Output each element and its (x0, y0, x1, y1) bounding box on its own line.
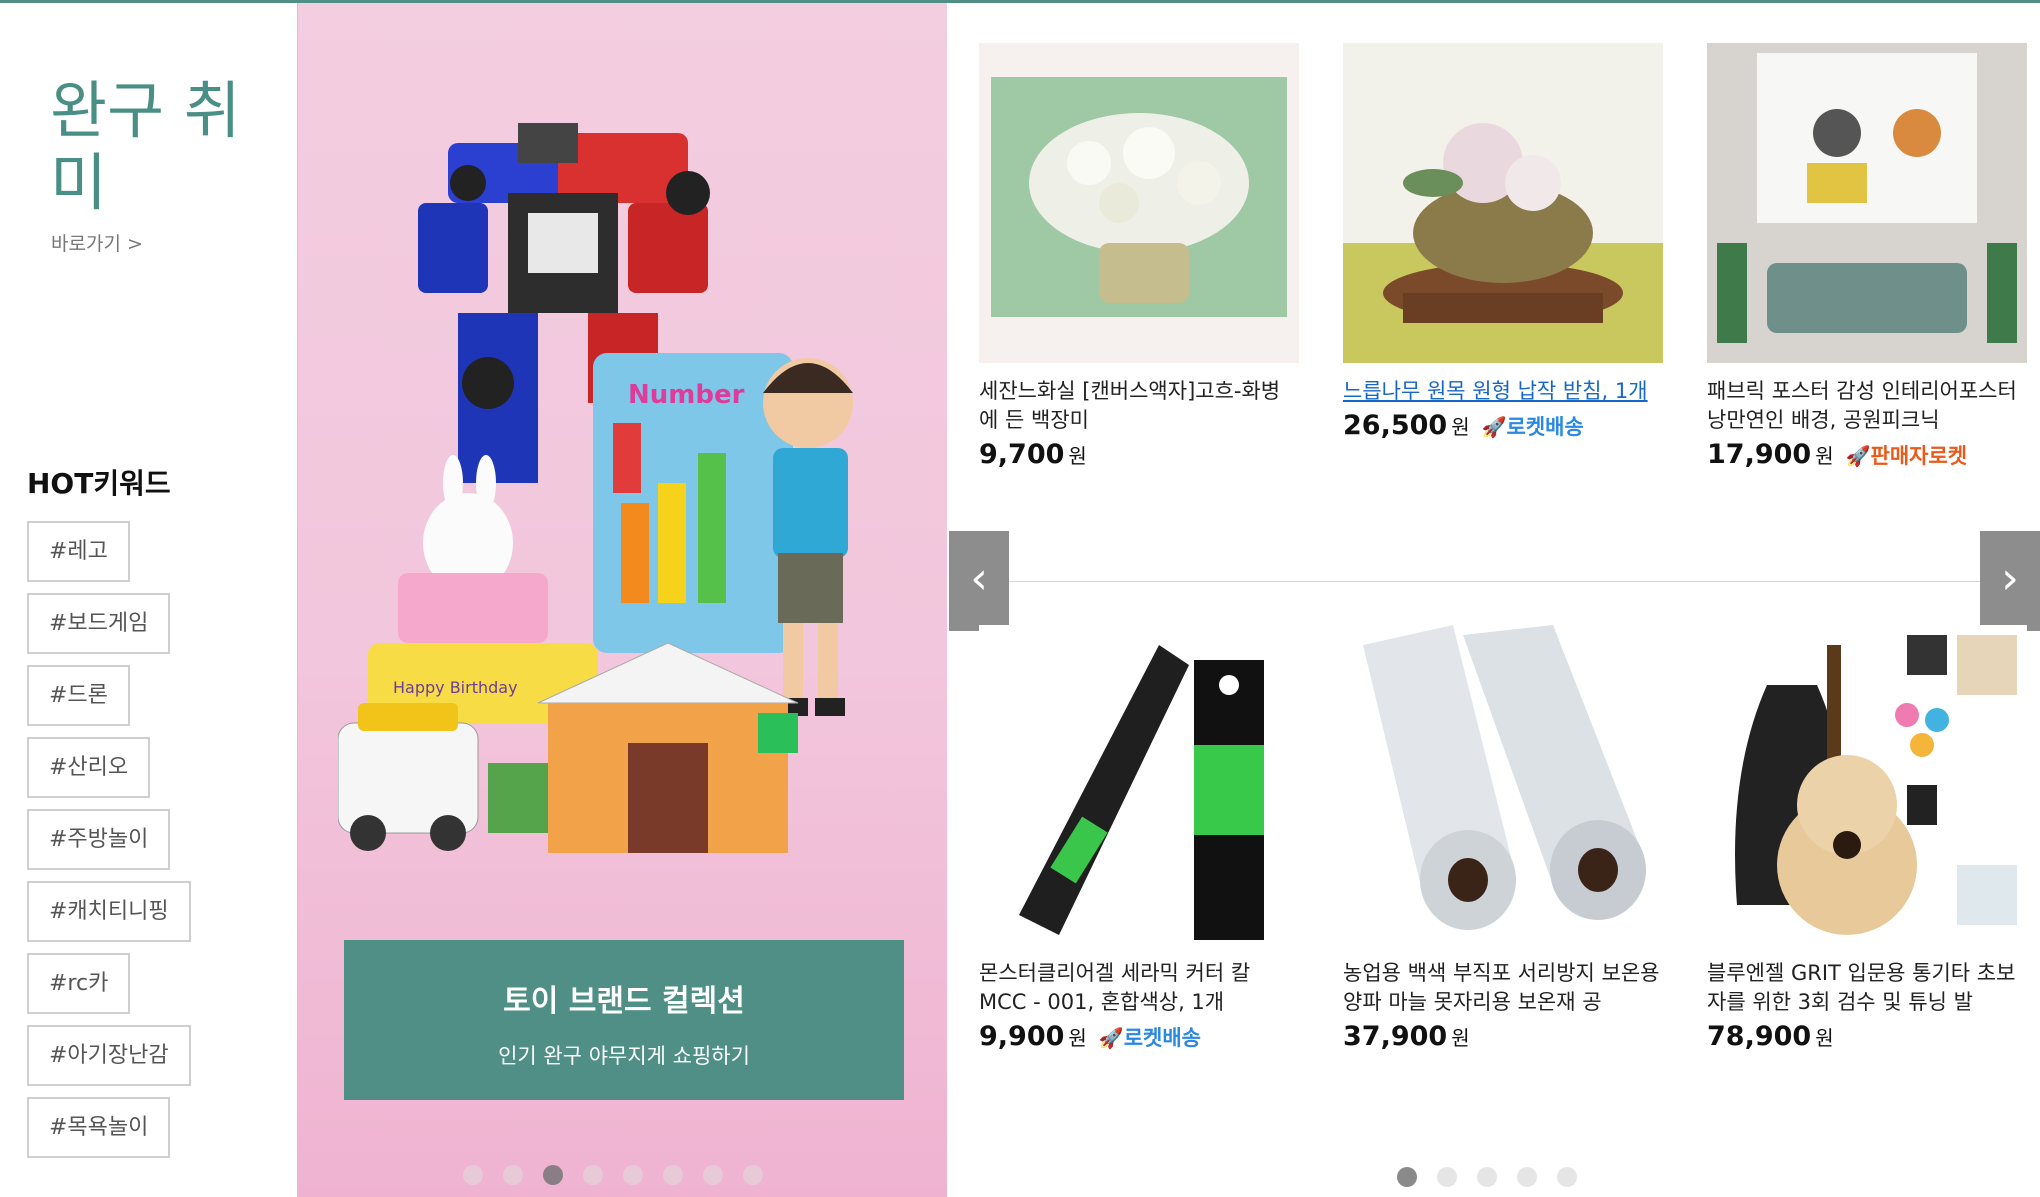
product-image[interactable] (979, 43, 1299, 363)
rocket-delivery-badge: 🚀로켓배송 (1098, 1026, 1201, 1050)
product-price: 17,900 (1707, 439, 1812, 470)
banner-pager-dot[interactable] (743, 1165, 763, 1185)
rocket-icon: 🚀 (1845, 444, 1871, 468)
keyword-chip[interactable]: #아기장난감 (27, 1025, 191, 1086)
product-card[interactable]: 농업용 백색 부직포 서리방지 보온용 양파 마늘 못자리용 보온재 공 37,… (1343, 625, 1673, 1052)
product-image[interactable] (1707, 43, 2027, 363)
category-title: 완구 취미 (50, 74, 241, 219)
grid-pager-dot-active[interactable] (1397, 1167, 1417, 1187)
category-sidebar: 완구 취미 바로가기 > HOT키워드 #레고 #보드게임 #드론 #산리오 #… (0, 3, 297, 1197)
product-price-line: 9,900 원 🚀로켓배송 (979, 1021, 1309, 1052)
rocket-icon: 🚀 (1098, 1026, 1124, 1050)
product-name-link[interactable]: 느릅나무 원목 원형 납작 받침, 1개 (1343, 377, 1663, 406)
promo-banner[interactable]: Number Happy Birthday 토이 브랜드 컬렉션 인기 완구 야… (297, 3, 947, 1197)
banner-pager-dot[interactable] (623, 1165, 643, 1185)
product-image[interactable] (1343, 625, 1663, 945)
product-price-line: 37,900 원 (1343, 1021, 1673, 1052)
keyword-chip[interactable]: #캐치티니핑 (27, 881, 191, 942)
keyword-chip[interactable]: #rc카 (27, 953, 131, 1014)
price-unit: 원 (1451, 415, 1470, 439)
keyword-chip[interactable]: #보드게임 (27, 593, 171, 654)
product-price-line: 9,700 원 (979, 439, 1309, 470)
numberblocks-box: Number (593, 353, 793, 653)
banner-pager-dot[interactable] (463, 1165, 483, 1185)
shortcut-link[interactable]: 바로가기 > (51, 229, 143, 256)
product-name[interactable]: 세잔느화실 [캔버스액자]고흐-화병에 든 백장미 (979, 377, 1299, 435)
banner-caption-subtitle: 인기 완구 야무지게 쇼핑하기 (498, 1044, 750, 1068)
rocket-icon: 🚀 (1481, 415, 1507, 439)
product-image[interactable] (1707, 625, 2027, 945)
seller-rocket-badge: 🚀판매자로켓 (1845, 444, 1968, 468)
birthday-cake-toy: Happy Birthday (368, 455, 598, 723)
keyword-chip[interactable]: #주방놀이 (27, 809, 171, 870)
banner-pager-dot[interactable] (703, 1165, 723, 1185)
boy-figure (763, 358, 853, 716)
toy-collage-image: Number Happy Birthday (338, 123, 853, 853)
row-divider (949, 581, 2040, 582)
product-grid: 세잔느화실 [캔버스액자]고흐-화병에 든 백장미 9,700 원 느릅나무 원… (949, 3, 2040, 1197)
grid-pager-dot[interactable] (1517, 1167, 1537, 1187)
product-card[interactable]: 느릅나무 원목 원형 납작 받침, 1개 26,500 원 🚀로켓배송 (1343, 43, 1673, 441)
keyword-chip[interactable]: #드론 (27, 665, 130, 726)
product-price: 9,700 (979, 439, 1065, 470)
product-price: 26,500 (1343, 410, 1448, 441)
toy-van (338, 703, 479, 851)
product-price: 37,900 (1343, 1021, 1448, 1052)
banner-caption-title: 토이 브랜드 컬렉션 (503, 984, 745, 1019)
price-unit: 원 (1451, 1026, 1470, 1050)
keyword-chip[interactable]: #산리오 (27, 737, 151, 798)
product-price-line: 78,900 원 (1707, 1021, 2037, 1052)
price-unit: 원 (1068, 444, 1087, 468)
product-image[interactable] (979, 625, 1299, 945)
keyword-chip[interactable]: #레고 (27, 521, 130, 582)
product-name[interactable]: 패브릭 포스터 감성 인테리어포스터 낭만연인 배경, 공원피크닉 (1707, 377, 2027, 435)
product-name[interactable]: 농업용 백색 부직포 서리방지 보온용 양파 마늘 못자리용 보온재 공 (1343, 959, 1663, 1017)
grid-pager-dot[interactable] (1557, 1167, 1577, 1187)
product-card[interactable]: 몬스터클리어겔 세라믹 커터 칼 MCC - 001, 혼합색상, 1개 9,9… (979, 625, 1309, 1052)
product-card[interactable]: 세잔느화실 [캔버스액자]고흐-화병에 든 백장미 9,700 원 (979, 43, 1309, 470)
product-card[interactable]: 패브릭 포스터 감성 인테리어포스터 낭만연인 배경, 공원피크닉 17,900… (1707, 43, 2037, 470)
chevron-right-icon[interactable]: › (1980, 531, 2040, 631)
rocket-delivery-badge: 🚀로켓배송 (1481, 415, 1584, 439)
hot-keyword-title: HOT키워드 (27, 467, 171, 500)
product-price-line: 26,500 원 🚀로켓배송 (1343, 410, 1673, 441)
product-image[interactable] (1343, 43, 1663, 363)
banner-pager-dot[interactable] (503, 1165, 523, 1185)
price-unit: 원 (1815, 1026, 1834, 1050)
product-name[interactable]: 블루엔젤 GRIT 입문용 통기타 초보자를 위한 3회 검수 및 튜닝 발 (1707, 959, 2027, 1017)
grid-pager-dot[interactable] (1437, 1167, 1457, 1187)
price-unit: 원 (1068, 1026, 1087, 1050)
product-grid-pager (1397, 1167, 1577, 1187)
svg-text:Happy Birthday: Happy Birthday (393, 678, 518, 697)
product-price-line: 17,900 원 🚀판매자로켓 (1707, 439, 2037, 470)
grid-pager-dot[interactable] (1477, 1167, 1497, 1187)
product-price: 9,900 (979, 1021, 1065, 1052)
banner-pager-dot-active[interactable] (543, 1165, 563, 1185)
product-card[interactable]: 블루엔젤 GRIT 입문용 통기타 초보자를 위한 3회 검수 및 튜닝 발 7… (1707, 625, 2037, 1052)
svg-text:Number: Number (628, 380, 745, 410)
keyword-chip[interactable]: #목욕놀이 (27, 1097, 171, 1158)
banner-pager-dot[interactable] (583, 1165, 603, 1185)
banner-caption[interactable]: 토이 브랜드 컬렉션 인기 완구 야무지게 쇼핑하기 (344, 940, 904, 1100)
banner-pager (463, 1165, 763, 1185)
product-name[interactable]: 몬스터클리어겔 세라믹 커터 칼 MCC - 001, 혼합색상, 1개 (979, 959, 1299, 1017)
banner-pager-dot[interactable] (663, 1165, 683, 1185)
chevron-left-icon[interactable]: ‹ (949, 531, 1009, 631)
price-unit: 원 (1815, 444, 1834, 468)
product-price: 78,900 (1707, 1021, 1812, 1052)
